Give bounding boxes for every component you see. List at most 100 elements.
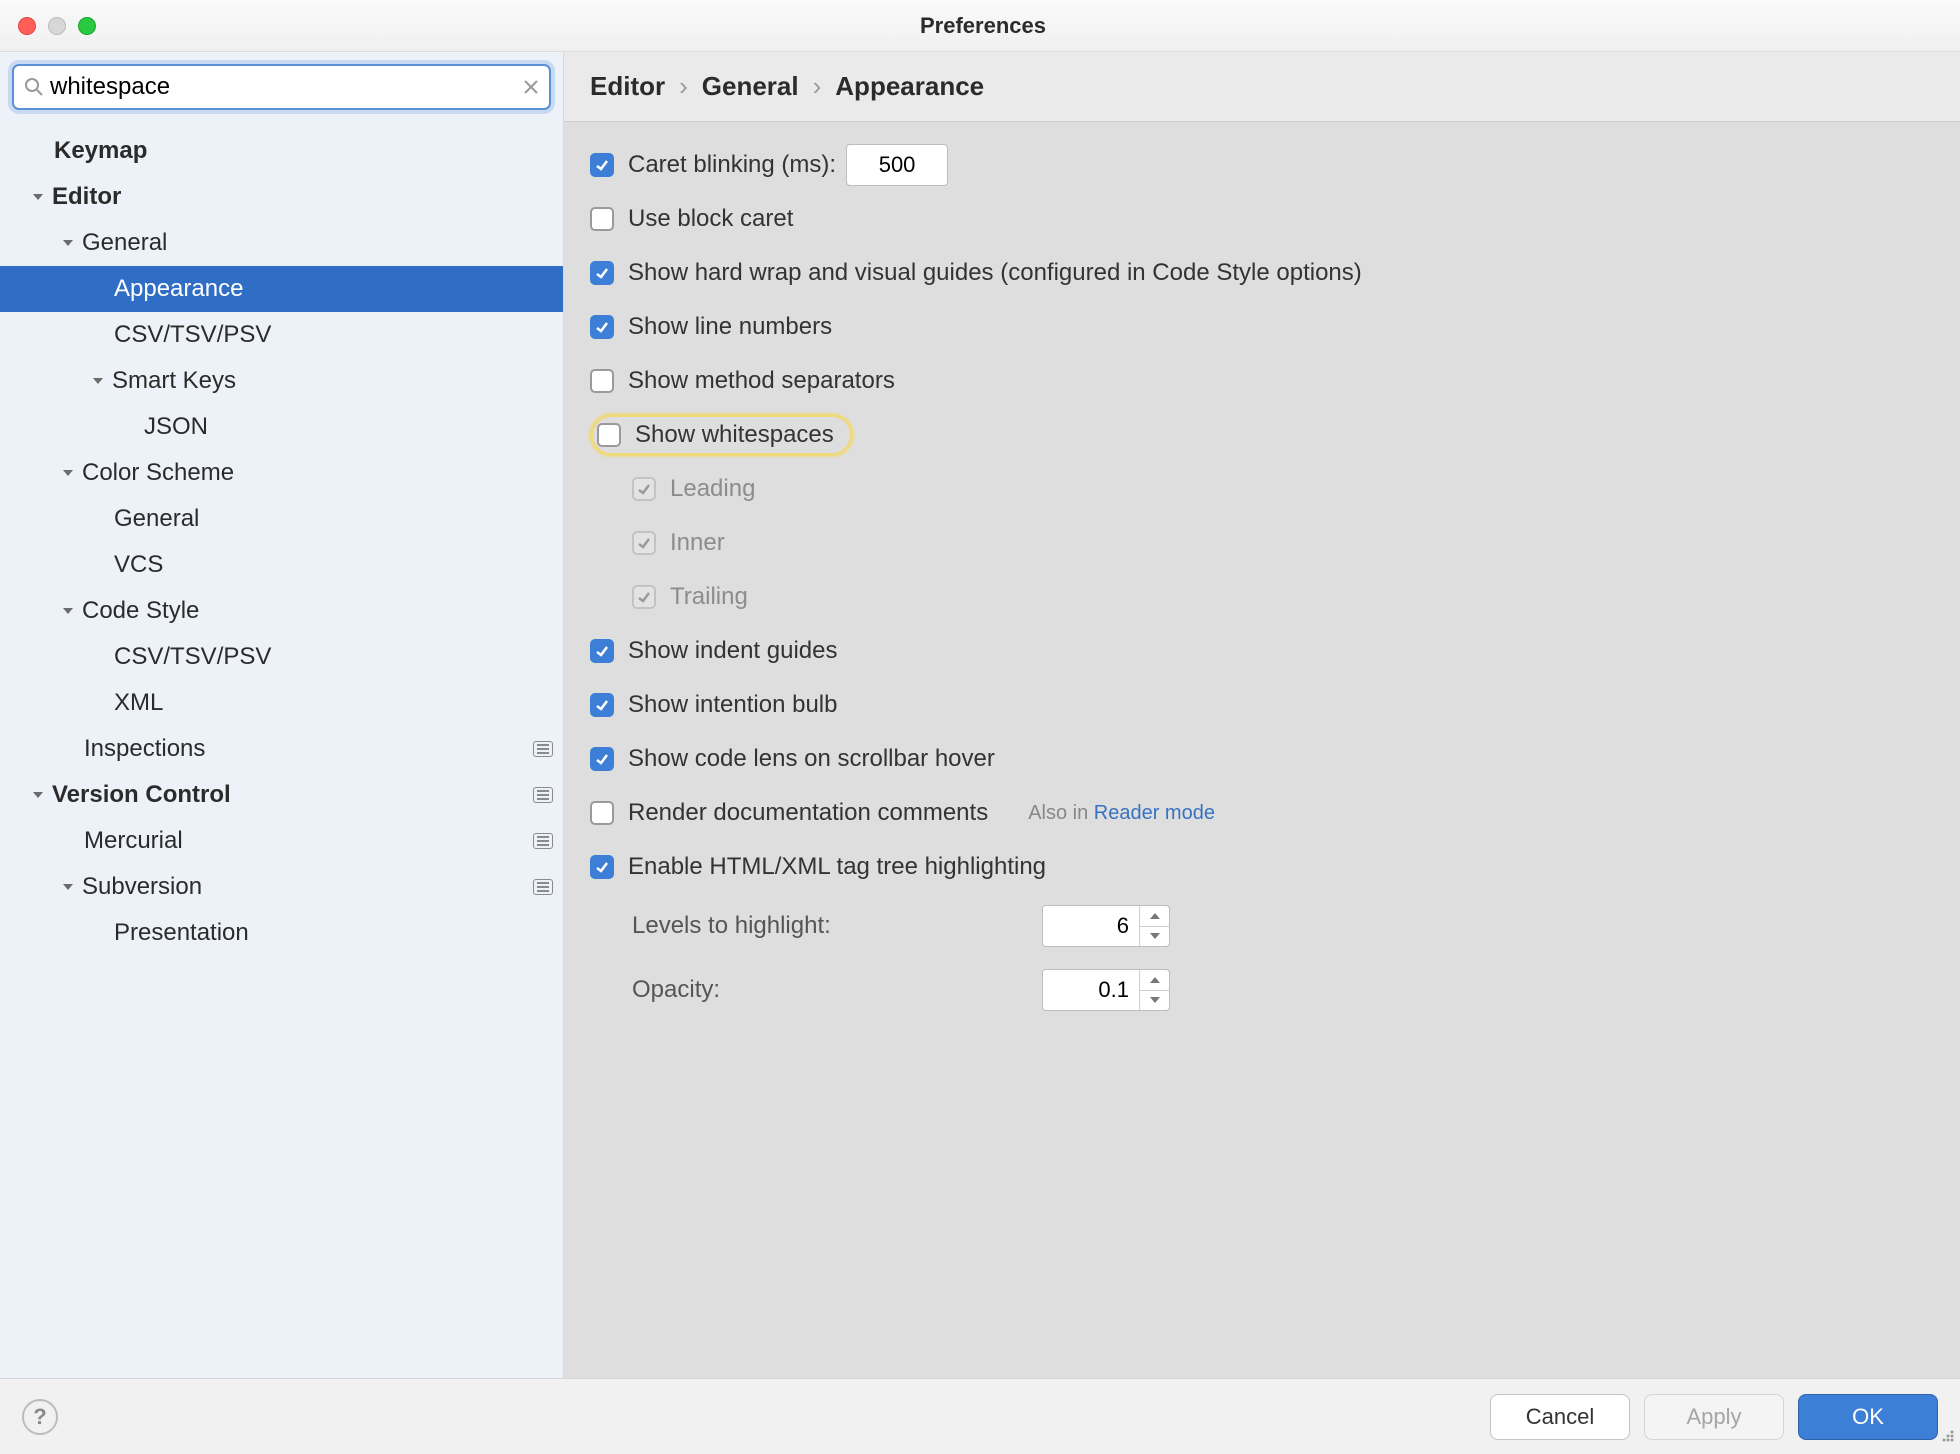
breadcrumb-item: Appearance: [835, 71, 984, 102]
label-levels: Levels to highlight:: [632, 912, 1042, 940]
tree-item-color-scheme[interactable]: Color Scheme: [0, 450, 563, 496]
label-show-whitespaces: Show whitespaces: [635, 421, 834, 449]
tree-item-label: Color Scheme: [82, 459, 553, 487]
checkbox-code-lens[interactable]: [590, 747, 614, 771]
stepper-down-icon[interactable]: [1140, 991, 1169, 1011]
tree-item-presentation[interactable]: Presentation: [0, 910, 563, 956]
checkbox-indent-guides[interactable]: [590, 639, 614, 663]
search-input[interactable]: [44, 73, 523, 101]
tree-item-json[interactable]: JSON: [0, 404, 563, 450]
chevron-down-icon[interactable]: [28, 191, 48, 203]
checkbox-ws-trailing: [632, 585, 656, 609]
label-intention-bulb: Show intention bulb: [628, 691, 837, 719]
chevron-down-icon[interactable]: [58, 467, 78, 479]
stepper-down-icon[interactable]: [1140, 927, 1169, 947]
tree-item-label: XML: [114, 689, 553, 717]
label-tag-tree: Enable HTML/XML tag tree highlighting: [628, 853, 1046, 881]
chevron-down-icon[interactable]: [58, 605, 78, 617]
project-scope-icon: [533, 741, 553, 757]
stepper-up-icon[interactable]: [1140, 970, 1169, 991]
sidebar: KeymapEditor General Appearance CSV/TSV/PSV…: [0, 52, 564, 1378]
window-title: Preferences: [6, 13, 1960, 39]
tree-item-label: General: [82, 229, 553, 257]
tree-item-label: Inspections: [84, 735, 527, 763]
tree-item-editor[interactable]: Editor: [0, 174, 563, 220]
tree-item-label: JSON: [144, 413, 553, 441]
content-pane: Editor › General › Appearance Caret blin…: [564, 52, 1960, 1378]
breadcrumb-item[interactable]: General: [702, 71, 799, 102]
label-ws-trailing: Trailing: [670, 583, 748, 611]
tree-item-csv-tsv-psv[interactable]: CSV/TSV/PSV: [0, 634, 563, 680]
tree-item-xml[interactable]: XML: [0, 680, 563, 726]
label-method-separators: Show method separators: [628, 367, 895, 395]
label-code-lens: Show code lens on scrollbar hover: [628, 745, 995, 773]
tree-item-smart-keys[interactable]: Smart Keys: [0, 358, 563, 404]
checkbox-ws-inner: [632, 531, 656, 555]
checkbox-intention-bulb[interactable]: [590, 693, 614, 717]
input-caret-blinking-ms[interactable]: [846, 144, 948, 186]
apply-button: Apply: [1644, 1394, 1784, 1440]
tree-item-subversion[interactable]: Subversion: [0, 864, 563, 910]
checkbox-tag-tree[interactable]: [590, 855, 614, 879]
tree-item-keymap[interactable]: Keymap: [0, 128, 563, 174]
stepper-up-icon[interactable]: [1140, 906, 1169, 927]
search-box[interactable]: [12, 64, 551, 110]
input-levels[interactable]: [1043, 906, 1139, 946]
tree-item-label: Smart Keys: [112, 367, 553, 395]
clear-search-icon[interactable]: [523, 79, 539, 95]
tree-item-code-style[interactable]: Code Style: [0, 588, 563, 634]
titlebar: Preferences: [0, 0, 1960, 52]
cancel-button[interactable]: Cancel: [1490, 1394, 1630, 1440]
tree-item-label: Mercurial: [84, 827, 527, 855]
tree-item-inspections[interactable]: Inspections: [0, 726, 563, 772]
label-indent-guides: Show indent guides: [628, 637, 837, 665]
checkbox-line-numbers[interactable]: [590, 315, 614, 339]
ok-button[interactable]: OK: [1798, 1394, 1938, 1440]
tree-item-appearance[interactable]: Appearance: [0, 266, 563, 312]
tree-item-mercurial[interactable]: Mercurial: [0, 818, 563, 864]
link-reader-mode[interactable]: Reader mode: [1094, 802, 1215, 824]
label-use-block-caret: Use block caret: [628, 205, 793, 233]
tree-item-general[interactable]: General: [0, 220, 563, 266]
checkbox-hard-wrap[interactable]: [590, 261, 614, 285]
label-line-numbers: Show line numbers: [628, 313, 832, 341]
checkbox-show-whitespaces[interactable]: [597, 423, 621, 447]
resize-grip-icon[interactable]: [1940, 1427, 1956, 1450]
label-opacity: Opacity:: [632, 976, 1042, 1004]
settings-tree: KeymapEditor General Appearance CSV/TSV/PSV…: [0, 122, 563, 956]
breadcrumb-item[interactable]: Editor: [590, 71, 665, 102]
chevron-right-icon: ›: [679, 71, 688, 102]
tree-item-vcs[interactable]: VCS: [0, 542, 563, 588]
footer: ? Cancel Apply OK: [0, 1378, 1960, 1454]
input-opacity[interactable]: [1043, 970, 1139, 1010]
search-icon: [24, 77, 44, 97]
spinner-levels[interactable]: [1042, 905, 1170, 947]
checkbox-use-block-caret[interactable]: [590, 207, 614, 231]
tree-item-label: Code Style: [82, 597, 553, 625]
breadcrumb: Editor › General › Appearance: [564, 52, 1960, 122]
checkbox-method-separators[interactable]: [590, 369, 614, 393]
spinner-opacity[interactable]: [1042, 969, 1170, 1011]
label-caret-blinking: Caret blinking (ms):: [628, 151, 836, 179]
chevron-down-icon[interactable]: [88, 375, 108, 387]
chevron-down-icon[interactable]: [58, 237, 78, 249]
project-scope-icon: [533, 833, 553, 849]
chevron-down-icon[interactable]: [28, 789, 48, 801]
note-render-doc: Also in Reader mode: [1028, 802, 1215, 825]
label-ws-inner: Inner: [670, 529, 725, 557]
checkbox-render-doc[interactable]: [590, 801, 614, 825]
checkbox-ws-leading: [632, 477, 656, 501]
tree-item-label: CSV/TSV/PSV: [114, 321, 553, 349]
tree-item-general[interactable]: General: [0, 496, 563, 542]
project-scope-icon: [533, 879, 553, 895]
checkbox-caret-blinking[interactable]: [590, 153, 614, 177]
chevron-down-icon[interactable]: [58, 881, 78, 893]
help-button[interactable]: ?: [22, 1399, 58, 1435]
tree-item-csv-tsv-psv[interactable]: CSV/TSV/PSV: [0, 312, 563, 358]
highlight-ring: Show whitespaces: [590, 414, 853, 456]
label-ws-leading: Leading: [670, 475, 755, 503]
tree-item-label: Version Control: [52, 781, 527, 809]
chevron-right-icon: ›: [813, 71, 822, 102]
tree-item-label: Presentation: [114, 919, 553, 947]
tree-item-version-control[interactable]: Version Control: [0, 772, 563, 818]
